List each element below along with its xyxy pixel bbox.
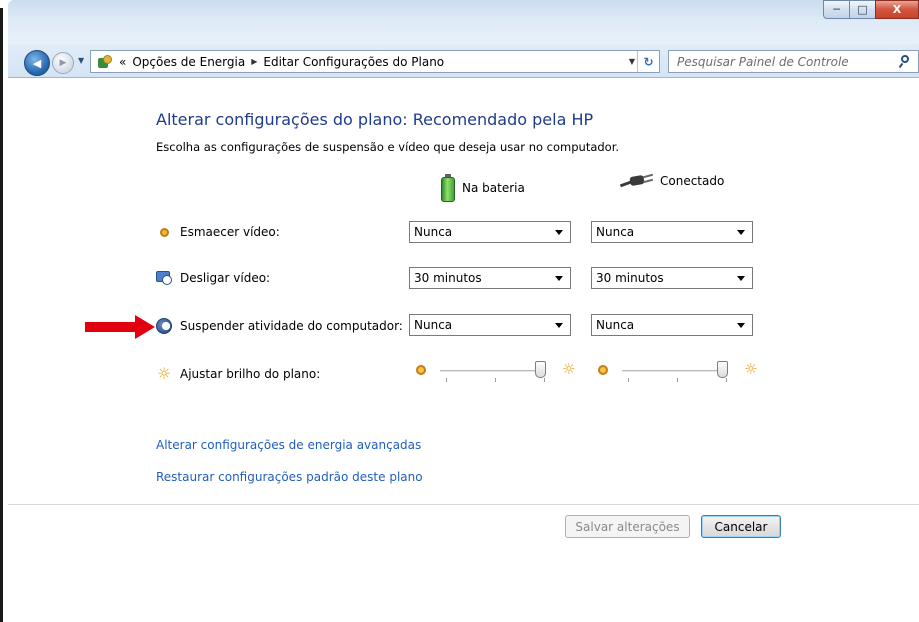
page-subtitle: Escolha as configurações de suspensão e … xyxy=(156,140,620,154)
minimize-icon: ─ xyxy=(833,3,840,16)
power-plug-icon xyxy=(619,173,654,188)
maximize-icon: □ xyxy=(857,3,868,16)
bright-sun-icon: ☼ xyxy=(562,360,576,378)
forward-arrow-icon: ▶ xyxy=(59,58,67,68)
address-dropdown-icon[interactable]: ▼ xyxy=(629,57,635,66)
slider-track[interactable] xyxy=(622,370,728,372)
slider-thumb[interactable] xyxy=(535,361,546,378)
sleep-plugged-select[interactable]: Nunca xyxy=(591,314,753,336)
brightness-sun-icon: ☼ xyxy=(156,364,172,383)
chevron-down-icon xyxy=(737,276,745,281)
dim-display-battery-select[interactable]: Nunca xyxy=(409,221,571,243)
footer-divider xyxy=(8,504,919,505)
turn-off-display-battery-value: 30 minutos xyxy=(414,271,482,285)
search-box[interactable] xyxy=(668,50,919,73)
search-input[interactable] xyxy=(677,54,887,69)
sleep-battery-value: Nunca xyxy=(414,318,453,332)
title-bar: ─ □ X xyxy=(8,0,919,44)
dim-display-plugged-value: Nunca xyxy=(596,225,635,239)
breadcrumb-separator-icon[interactable]: ▶ xyxy=(251,57,257,66)
search-icon[interactable] xyxy=(898,54,912,69)
cancel-button[interactable]: Cancelar xyxy=(701,515,781,538)
slider-tick xyxy=(495,378,496,382)
turn-off-display-plugged-value: 30 minutos xyxy=(596,271,664,285)
slider-tick xyxy=(446,378,447,382)
address-bar[interactable]: « Opções de Energia ▶ Editar Configuraçõ… xyxy=(90,50,660,73)
navigation-bar: ◀ ▶ ▼ « Opções de Energia ▶ Editar Confi… xyxy=(8,44,919,78)
setting-label-turn-off-display: Desligar vídeo: xyxy=(180,271,271,285)
close-icon: X xyxy=(892,3,902,16)
back-arrow-icon: ◀ xyxy=(32,56,42,70)
slider-tick xyxy=(726,378,727,382)
column-label-plugged: Conectado xyxy=(660,174,725,188)
setting-label-sleep: Suspender atividade do computador: xyxy=(180,319,403,333)
sleep-battery-select[interactable]: Nunca xyxy=(409,314,571,336)
chevron-down-icon xyxy=(555,230,563,235)
sleep-plugged-value: Nunca xyxy=(596,318,635,332)
column-header-plugged: Conectado xyxy=(619,173,725,188)
dim-display-plugged-select[interactable]: Nunca xyxy=(591,221,753,243)
maximize-button[interactable]: □ xyxy=(849,0,876,19)
display-timer-icon xyxy=(156,270,172,286)
chevron-down-icon xyxy=(555,323,563,328)
setting-label-dim-display: Esmaecer vídeo: xyxy=(180,225,280,239)
setting-row-dim-display: Esmaecer vídeo: xyxy=(156,220,280,244)
breadcrumb-edit-plan[interactable]: Editar Configurações do Plano xyxy=(263,55,444,69)
chevron-down-icon xyxy=(737,323,745,328)
dim-display-icon xyxy=(160,227,169,237)
slider-tick xyxy=(544,378,545,382)
turn-off-display-plugged-select[interactable]: 30 minutos xyxy=(591,267,753,289)
breadcrumb-overflow[interactable]: « xyxy=(119,55,126,69)
back-button[interactable]: ◀ xyxy=(24,50,50,76)
window-controls: ─ □ X xyxy=(823,0,919,19)
red-annotation-arrow xyxy=(85,315,155,339)
minimize-button[interactable]: ─ xyxy=(823,0,850,19)
slider-tick xyxy=(677,378,678,382)
control-panel-icon xyxy=(97,54,113,70)
turn-off-display-battery-select[interactable]: 30 minutos xyxy=(409,267,571,289)
dim-sun-icon xyxy=(416,365,426,375)
forward-button[interactable]: ▶ xyxy=(52,52,74,74)
setting-row-turn-off-display: Desligar vídeo: xyxy=(156,266,270,290)
slider-tick xyxy=(628,378,629,382)
brightness-plugged-slider[interactable]: ☼ xyxy=(598,360,768,384)
dim-display-battery-value: Nunca xyxy=(414,225,453,239)
breadcrumb-power-options[interactable]: Opções de Energia xyxy=(132,55,245,69)
page-title: Alterar configurações do plano: Recomend… xyxy=(156,110,594,129)
save-changes-button[interactable]: Salvar alterações xyxy=(565,515,690,538)
restore-defaults-link[interactable]: Restaurar configurações padrão deste pla… xyxy=(156,470,423,484)
setting-row-sleep: Suspender atividade do computador: xyxy=(156,314,403,338)
column-header-battery: Na bateria xyxy=(440,174,525,202)
slider-track[interactable] xyxy=(440,370,546,372)
main-content: Alterar configurações do plano: Recomend… xyxy=(8,78,919,622)
bright-sun-icon: ☼ xyxy=(744,360,758,378)
history-dropdown-icon[interactable]: ▼ xyxy=(78,56,84,65)
sleep-moon-icon xyxy=(156,318,172,334)
chevron-down-icon xyxy=(737,230,745,235)
setting-row-brightness: ☼ Ajustar brilho do plano: xyxy=(156,362,320,386)
refresh-icon: ↻ xyxy=(643,54,654,69)
chevron-down-icon xyxy=(555,276,563,281)
refresh-button[interactable]: ↻ xyxy=(637,51,659,72)
column-label-battery: Na bateria xyxy=(462,181,525,195)
dim-sun-icon xyxy=(598,365,608,375)
brightness-battery-slider[interactable]: ☼ xyxy=(416,360,586,384)
setting-label-brightness: Ajustar brilho do plano: xyxy=(180,367,321,381)
slider-thumb[interactable] xyxy=(717,361,728,378)
window-left-edge xyxy=(0,8,3,622)
battery-icon xyxy=(440,174,456,202)
advanced-settings-link[interactable]: Alterar configurações de energia avançad… xyxy=(156,438,421,452)
close-button[interactable]: X xyxy=(875,0,919,19)
